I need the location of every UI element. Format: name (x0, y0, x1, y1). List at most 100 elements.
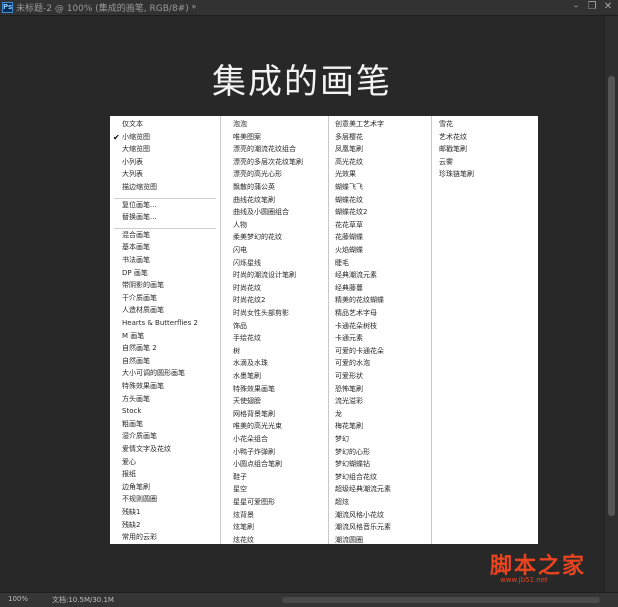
menu-item[interactable]: 天使翅膀 (233, 397, 261, 406)
menu-item[interactable]: 书法画笔 (122, 256, 150, 265)
menu-item[interactable]: 多层樱花 (335, 133, 363, 142)
menu-item[interactable]: 卡通花朵树枝 (335, 322, 377, 331)
menu-item[interactable]: 潮流风格音乐元素 (335, 523, 391, 532)
menu-item[interactable]: 带阴影的画笔 (122, 281, 164, 290)
menu-item[interactable]: 可爱的卡通花朵 (335, 347, 384, 356)
menu-item[interactable]: 残缺2 (122, 521, 140, 530)
menu-item[interactable]: 蝴蝶花纹2 (335, 208, 367, 217)
menu-item[interactable]: Hearts & Butterflies 2 (122, 319, 198, 328)
menu-item[interactable]: 曲线及小圆圈组合 (233, 208, 289, 217)
menu-item[interactable]: 不规则圆圈 (122, 495, 157, 504)
menu-item[interactable]: 龙 (335, 410, 342, 419)
menu-item[interactable]: 常用的云彩 (122, 533, 157, 542)
menu-item[interactable]: Stock (122, 407, 141, 416)
menu-item[interactable]: 自然画笔 2 (122, 344, 157, 353)
menu-item[interactable]: 曲线花纹笔刷 (233, 196, 275, 205)
menu-item[interactable]: 小鸭子炸弹刷 (233, 448, 275, 457)
menu-item[interactable]: 柔美梦幻的花纹 (233, 233, 282, 242)
menu-item[interactable]: 精美的花纹蝴蝶 (335, 296, 384, 305)
menu-item[interactable]: 梅花笔刷 (335, 422, 363, 431)
menu-item[interactable]: 蝴蝶花纹 (335, 196, 363, 205)
menu-item[interactable]: 人造材质画笔 (122, 306, 164, 315)
menu-item[interactable]: 高光花纹 (335, 158, 363, 167)
menu-item[interactable]: 漂亮的多层次花纹笔刷 (233, 158, 303, 167)
menu-item[interactable]: 凤凰笔刷 (335, 145, 363, 154)
menu-item[interactable]: 仅文本 (122, 120, 143, 129)
menu-item[interactable]: 梦幻 (335, 435, 349, 444)
menu-item[interactable]: 闪烁星线 (233, 259, 261, 268)
menu-item[interactable]: 边角笔刷 (122, 483, 150, 492)
menu-item[interactable]: 炫背景 (233, 511, 254, 520)
menu-item[interactable]: 炫花纹 (233, 536, 254, 545)
menu-item[interactable]: 漂亮的潮流花纹组合 (233, 145, 296, 154)
menu-item[interactable]: 可爱形状 (335, 372, 363, 381)
menu-item[interactable]: 雪花 (439, 120, 453, 129)
menu-item[interactable]: 大缩览图 (122, 145, 150, 154)
menu-item[interactable]: 方头画笔 (122, 395, 150, 404)
menu-item[interactable]: 艺术花纹 (439, 133, 467, 142)
menu-item[interactable]: 基本画笔 (122, 243, 150, 252)
horizontal-scrollbar[interactable] (282, 597, 600, 603)
restore-button[interactable]: ❐ (584, 1, 600, 13)
menu-item[interactable]: 蝴蝶飞飞 (335, 183, 363, 192)
menu-item[interactable]: 唯美的高光光束 (233, 422, 282, 431)
menu-item[interactable]: 珍珠链笔刷 (439, 170, 474, 179)
menu-item[interactable]: 水墨笔刷 (233, 372, 261, 381)
menu-item[interactable]: 恐怖笔刷 (335, 385, 363, 394)
menu-item[interactable]: 混合画笔 (122, 231, 150, 240)
vertical-scrollbar-thumb[interactable] (608, 76, 615, 516)
menu-item[interactable]: 鞋子 (233, 473, 247, 482)
menu-item[interactable]: 流光溢彩 (335, 397, 363, 406)
menu-item[interactable]: DP 画笔 (122, 269, 148, 278)
menu-item[interactable]: 干介质画笔 (122, 294, 157, 303)
menu-item[interactable]: 粗画笔 (122, 420, 143, 429)
menu-item[interactable]: 时尚花纹 (233, 284, 261, 293)
menu-item[interactable]: 时尚的潮流设计笔刷 (233, 271, 296, 280)
menu-item[interactable]: 闪电 (233, 246, 247, 255)
vertical-scrollbar[interactable] (604, 16, 618, 592)
document-size-info[interactable]: 文档:10.5M/30.1M (52, 595, 114, 605)
menu-item[interactable]: 花藤蝴蝶 (335, 233, 363, 242)
menu-item[interactable]: 小花朵组合 (233, 435, 268, 444)
menu-item[interactable]: M 画笔 (122, 332, 144, 341)
menu-item[interactable]: 替换画笔... (122, 213, 157, 222)
menu-item[interactable]: 梦幻组合花纹 (335, 473, 377, 482)
menu-item[interactable]: 超炫 (335, 498, 349, 507)
menu-item[interactable]: 自然画笔 (122, 357, 150, 366)
menu-item[interactable]: 花花草草 (335, 221, 363, 230)
menu-item[interactable]: 睫毛 (335, 259, 349, 268)
menu-item[interactable]: 复位画笔... (122, 201, 157, 210)
menu-item[interactable]: 湿介质画笔 (122, 432, 157, 441)
menu-item[interactable]: 火焰蝴蝶 (335, 246, 363, 255)
close-button[interactable]: ✕ (600, 1, 616, 13)
menu-item[interactable]: 描边缩览图 (122, 183, 157, 192)
menu-item[interactable]: 超级经典潮流元素 (335, 485, 391, 494)
document-tab-title[interactable]: 未标题-2 @ 100% (集成的画笔, RGB/8#) * (16, 1, 196, 14)
menu-item[interactable]: 爱心 (122, 458, 136, 467)
menu-item[interactable]: 精品艺术字母 (335, 309, 377, 318)
menu-item[interactable]: 邮戳笔刷 (439, 145, 467, 154)
menu-item[interactable]: 小缩览图 (122, 133, 150, 142)
menu-item[interactable]: 树 (233, 347, 240, 356)
menu-item[interactable]: 经典潮流元素 (335, 271, 377, 280)
menu-item[interactable]: 时尚花纹2 (233, 296, 265, 305)
menu-item[interactable]: 泡泡 (233, 120, 247, 129)
menu-item[interactable]: 大列表 (122, 170, 143, 179)
menu-item[interactable]: 梦幻蝴蝶钻 (335, 460, 370, 469)
menu-item[interactable]: 漂亮的高光心形 (233, 170, 282, 179)
menu-item[interactable]: 水滴及水珠 (233, 359, 268, 368)
menu-item[interactable]: 饰品 (233, 322, 247, 331)
menu-item[interactable]: 特殊效果画笔 (233, 385, 275, 394)
menu-item[interactable]: 网格背景笔刷 (233, 410, 275, 419)
menu-item[interactable]: 人物 (233, 221, 247, 230)
menu-item[interactable]: 潮流风格小花纹 (335, 511, 384, 520)
menu-item[interactable]: 特殊效果画笔 (122, 382, 164, 391)
menu-item[interactable]: 经典藤蔓 (335, 284, 363, 293)
minimize-button[interactable]: – (568, 1, 584, 13)
menu-item[interactable]: 云雾 (439, 158, 453, 167)
menu-item[interactable]: 创意美工艺术字 (335, 120, 384, 129)
menu-item[interactable]: 卡通元素 (335, 334, 363, 343)
zoom-level[interactable]: 100% (8, 595, 28, 603)
menu-item[interactable]: 星空 (233, 485, 247, 494)
menu-item[interactable]: 唯美图案 (233, 133, 261, 142)
